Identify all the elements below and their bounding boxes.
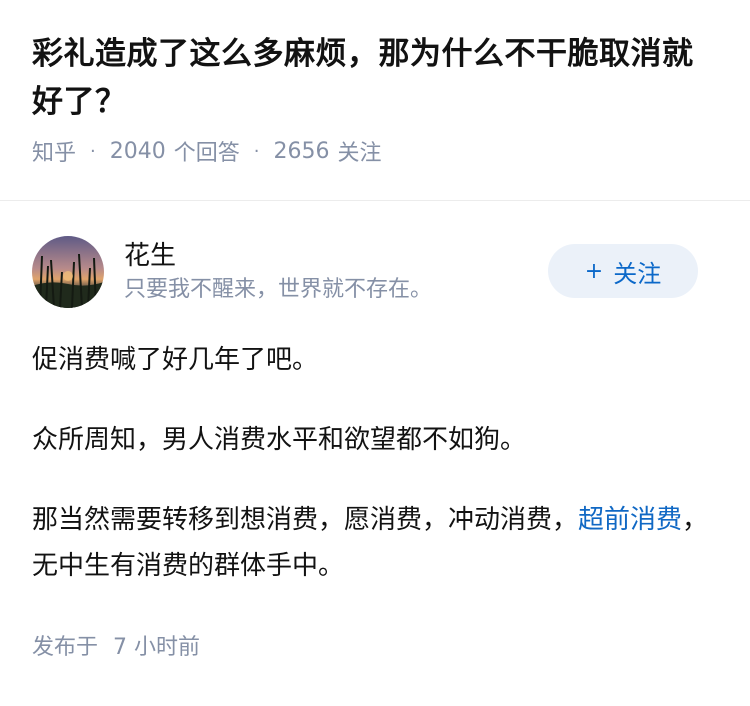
answer-count: 2040 — [109, 138, 166, 164]
separator-dot: · — [253, 140, 260, 162]
keyword-link[interactable]: 超前消费 — [578, 505, 682, 535]
plus-icon: + — [584, 258, 604, 284]
question-title[interactable]: 彩礼造成了这么多麻烦，那为什么不干脆取消就好了？ — [32, 30, 718, 126]
author-row: 花生 只要我不醒来，世界就不存在。 + 关注 — [32, 235, 718, 309]
answer-paragraph: 众所周知，男人消费水平和欲望都不如狗。 — [32, 425, 527, 455]
publish-time: 发布于 7 小时前 — [32, 629, 718, 661]
paragraph-text: 那当然需要转移到想消费，愿消费，冲动消费， — [32, 505, 579, 535]
question-meta: 知乎 · 2040 个回答 · 2656 关注 — [32, 134, 718, 168]
answer-paragraph: 那当然需要转移到想消费，愿消费，冲动消费，超前消费，无中生有消费的群体手中。 — [32, 497, 718, 589]
section-divider — [0, 200, 750, 201]
avatar-image — [32, 236, 104, 308]
follower-count-label: 关注 — [337, 141, 382, 166]
author-bio: 只要我不醒来，世界就不存在。 — [124, 277, 433, 302]
follower-count: 2656 — [273, 138, 330, 164]
author-name[interactable]: 花生 — [124, 238, 432, 274]
source-label[interactable]: 知乎 — [32, 135, 76, 167]
publish-time-label: 发布于 — [32, 635, 99, 660]
answer-content: 促消费喊了好几年了吧。 众所周知，男人消费水平和欲望都不如狗。 那当然需要转移到… — [32, 337, 718, 589]
publish-time-value: 7 小时前 — [113, 635, 201, 660]
answer-card: 花生 只要我不醒来，世界就不存在。 + 关注 促消费喊了好几年了吧。 众所周知，… — [0, 235, 750, 661]
follow-button[interactable]: + 关注 — [548, 244, 698, 298]
author-info: 花生 只要我不醒来，世界就不存在。 — [124, 238, 432, 306]
question-header: 彩礼造成了这么多麻烦，那为什么不干脆取消就好了？ 知乎 · 2040 个回答 ·… — [0, 0, 750, 170]
separator-dot: · — [90, 140, 96, 162]
answer-paragraph: 促消费喊了好几年了吧。 — [32, 345, 319, 375]
avatar[interactable] — [32, 236, 104, 308]
answer-count-label: 个回答 — [173, 141, 240, 166]
follow-button-label: 关注 — [613, 259, 662, 288]
